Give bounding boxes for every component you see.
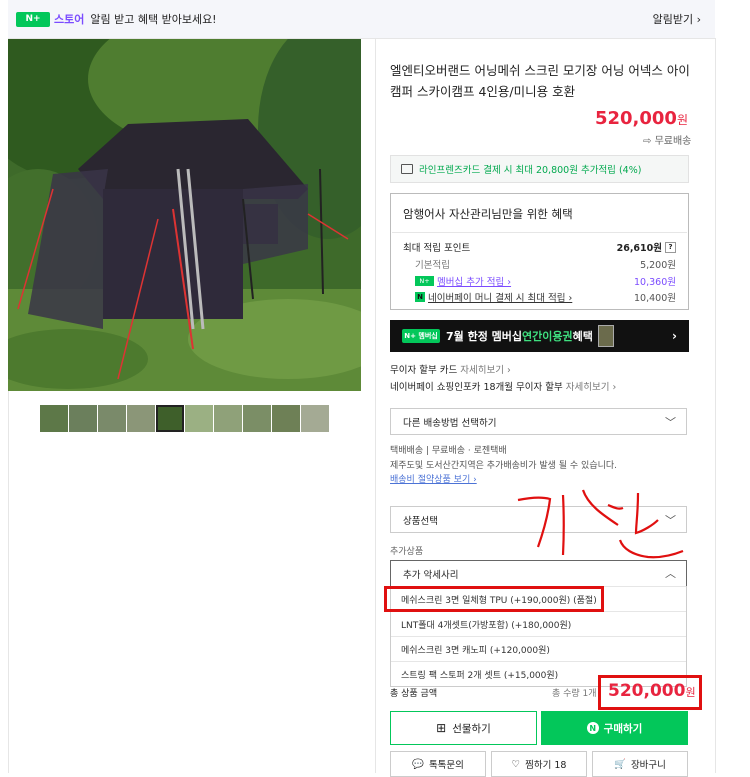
shipping-method-label: 다른 배송방법 선택하기 [403,417,497,429]
banner-text-prefix: 7월 한정 멤버십 [446,330,523,343]
chat-icon: 💬 [412,758,424,770]
benefit-row-value: 10,400원 [634,293,676,304]
price-value: 520,000 [594,108,677,129]
installment-details-link[interactable]: 자세히보기 › [460,365,511,376]
shipping-method-select[interactable]: 다른 배송방법 선택하기 ﹀ [390,408,687,435]
thumbnail[interactable] [185,405,213,432]
nplus-badge: N+ [16,11,50,27]
highlight-box-option [384,586,604,612]
highlight-box-total [598,675,702,710]
npay-icon: N [586,722,599,734]
talk-inquiry-button[interactable]: 💬 톡톡문의 [390,751,486,777]
thumbnail[interactable] [40,405,68,432]
banner-text-suffix: 혜택 [572,330,593,343]
shipping-label: 무료배송 [654,136,692,147]
benefit-row[interactable]: N 네이버페이 머니 결제 시 최대 적립 › 10,400원 [403,290,676,304]
shipping-info-line: 제주도및 도서산간지역은 추가배송비가 발생 될 수 있습니다. [390,461,618,471]
wish-label: 찜하기 18 [525,760,567,771]
gift-button-label: 선물하기 [452,722,491,735]
column-divider [375,38,376,773]
benefit-box: 암행어사 자산관리님만을 위한 혜택 최대 적립 포인트 26,610원? 기본… [390,193,689,310]
card-promo-box[interactable]: 라인프렌즈카드 결제 시 최대 20,800원 추가적립 (4%) [390,155,689,183]
cart-label: 장바구니 [630,760,666,771]
gift-button[interactable]: ⊞ 선물하기 [390,711,537,745]
installment-details-link[interactable]: 자세히보기 › [566,382,617,393]
banner-text-accent: 연간이용권 [522,330,573,343]
shipping-info-link-wrap: 배송비 절약상품 보기 › [390,472,477,485]
card-promo-text: 라인프렌즈카드 결제 시 최대 20,800원 추가적립 (4%) [419,165,642,176]
thumbnail-selected[interactable] [156,405,184,432]
handwritten-annotation [517,489,684,559]
accessory-select-label: 추가 악세사리 [403,569,459,581]
frame-border-right [715,38,716,773]
total-price-label: 총 상품 금액 [390,689,438,699]
notification-message: 알림 받고 혜택 받아보세요! [90,13,217,26]
banner-arrow-icon: › [672,329,677,343]
benefit-row[interactable]: N+ 멤버십 추가 적립 › 10,360원 [403,274,676,288]
thumbnail[interactable] [243,405,271,432]
total-quantity: 총 수량 1개 [552,689,597,699]
credit-card-icon [401,164,413,174]
product-option-label: 상품선택 [403,515,438,527]
installment-row: 무이자 할부 카드 자세히보기 › [390,362,511,376]
benefit-row-label[interactable]: 멤버십 추가 적립 › [437,274,511,288]
nplus-mini-icon: N+ [415,276,434,286]
product-price: 520,000원 [595,108,688,129]
shipping-saving-link[interactable]: 배송비 절약상품 보기 › [390,475,477,485]
gift-card-icon [597,325,614,347]
truck-icon: ⇨ [643,136,655,147]
membership-badge: N+ 멤버십 [402,329,440,343]
benefit-row-value: 10,360원 [634,277,676,288]
installment-row: 네이버페이 쇼핑인포카 18개월 무이자 할부 자세히보기 › [390,379,616,393]
price-unit: 원 [676,113,688,127]
thumbnail[interactable] [214,405,242,432]
help-icon[interactable]: ? [665,241,676,253]
npay-mini-icon: N [415,292,425,302]
thumbnail[interactable] [127,405,155,432]
dropdown-option[interactable]: LNT폴대 4개셋트(가방포함) (+180,000원) [391,611,686,636]
shipping-info-line: 택배배송 | 무료배송 · 로젠택배 [390,446,507,456]
membership-banner[interactable]: N+ 멤버십 7월 한정 멤버십 연간이용권 혜택 › [390,320,689,352]
wish-button[interactable]: ♡ 찜하기 18 [491,751,587,777]
chevron-up-icon: ︿ [665,567,676,580]
max-points-row: 최대 적립 포인트 26,610원? [403,240,676,254]
product-main-image[interactable] [8,39,361,391]
talk-inquiry-label: 톡톡문의 [428,760,464,771]
benefit-row-label[interactable]: 네이버페이 머니 결제 시 최대 적립 › [428,290,572,304]
installment-label: 네이버페이 쇼핑인포카 18개월 무이자 할부 [390,382,563,393]
max-points-value: 26,610원 [616,243,662,254]
additional-products-label: 추가상품 [390,547,424,557]
buy-button[interactable]: N 구매하기 [541,711,688,745]
benefit-row-value: 5,200원 [640,260,676,271]
thumbnail[interactable] [69,405,97,432]
thumbnail-strip [40,405,330,432]
free-shipping-badge: ⇨ 무료배송 [643,132,691,147]
cart-button[interactable]: 🛒 장바구니 [592,751,688,777]
gift-icon: ⊞ [436,721,447,735]
heart-icon: ♡ [511,758,521,770]
max-points-value-wrap: 26,610원? [617,240,676,254]
max-points-label: 최대 적립 포인트 [403,243,471,254]
benefit-divider [392,232,687,233]
store-label: 스토어 [54,13,85,26]
installment-label: 무이자 할부 카드 [390,365,458,376]
thumbnail[interactable] [272,405,300,432]
cart-icon: 🛒 [614,758,626,770]
benefit-row-label: 기본적립 [415,260,450,271]
chevron-down-icon: ﹀ [665,416,676,429]
product-title: 엘엔티오버랜드 어닝메쉬 스크린 모기장 어닝 어넥스 아이캠퍼 스카이캠프 4… [390,63,690,99]
benefit-title: 암행어사 자산관리님만을 위한 혜택 [403,207,573,221]
notification-bar: N+ 스토어 알림 받고 혜택 받아보세요! 알림받기 › [8,0,715,39]
subscribe-alarm-link[interactable]: 알림받기 › [653,11,701,27]
dropdown-option[interactable]: 메쉬스크린 3면 캐노피 (+120,000원) [391,636,686,661]
buy-button-label: 구매하기 [603,722,643,735]
thumbnail[interactable] [98,405,126,432]
thumbnail[interactable] [301,405,329,432]
benefit-row: 기본적립 5,200원 [403,257,676,271]
